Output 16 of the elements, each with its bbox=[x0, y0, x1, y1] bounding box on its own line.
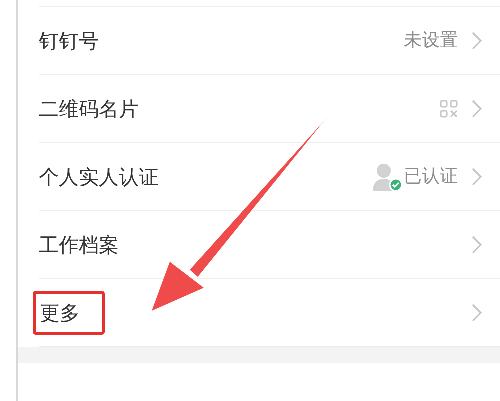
row-label: 工作档案 bbox=[39, 232, 119, 258]
row-label: 更多 bbox=[33, 290, 105, 334]
row-label: 二维码名片 bbox=[39, 96, 139, 122]
settings-row[interactable]: 钉钉号 未设置 bbox=[39, 7, 500, 75]
row-label: 钉钉号 bbox=[39, 28, 99, 54]
row-label: 个人实人认证 bbox=[39, 164, 159, 190]
chevron-right-icon bbox=[472, 168, 482, 186]
chevron-right-icon bbox=[472, 304, 482, 322]
chevron-right-icon bbox=[472, 236, 482, 254]
row-value: 已认证 bbox=[404, 165, 458, 189]
verified-user-icon bbox=[372, 162, 404, 192]
row-value: 未设置 bbox=[404, 29, 458, 53]
chevron-right-icon bbox=[472, 100, 482, 118]
qr-code-icon bbox=[440, 100, 458, 118]
chevron-right-icon bbox=[472, 32, 482, 50]
settings-row[interactable]: 二维码名片 bbox=[39, 75, 500, 143]
